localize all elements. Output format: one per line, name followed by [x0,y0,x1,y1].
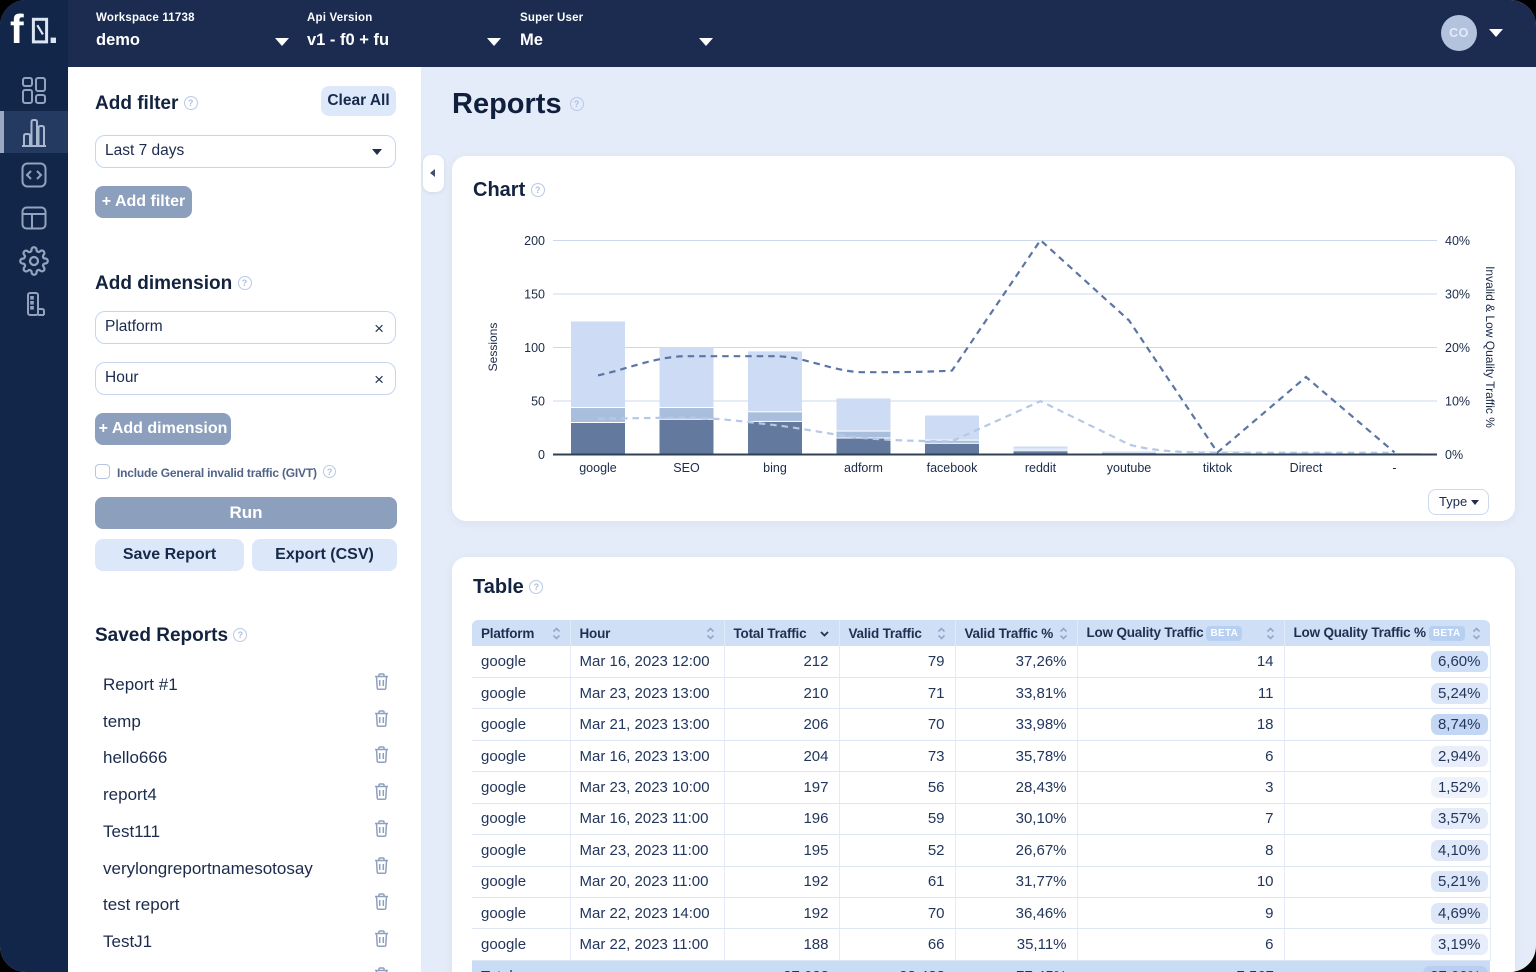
svg-text:0: 0 [538,448,545,462]
svg-text:bing: bing [763,461,787,475]
svg-text:Sessions: Sessions [486,323,500,372]
svg-text:100: 100 [524,341,545,355]
svg-text:10%: 10% [1445,395,1470,409]
svg-text:SEO: SEO [673,461,700,475]
svg-text:-: - [1392,461,1396,475]
svg-text:youtube: youtube [1107,461,1152,475]
svg-text:50: 50 [531,395,545,409]
svg-text:tiktok: tiktok [1203,461,1233,475]
svg-text:0%: 0% [1445,448,1463,462]
svg-text:200: 200 [524,234,545,248]
svg-text:30%: 30% [1445,288,1470,302]
svg-text:google: google [579,461,617,475]
svg-text:20%: 20% [1445,341,1470,355]
svg-text:facebook: facebook [927,461,978,475]
svg-text:f: f [10,6,24,52]
svg-text:40%: 40% [1445,234,1470,248]
svg-text:150: 150 [524,288,545,302]
svg-text:Invalid & Low Quality Traffic: Invalid & Low Quality Traffic % [1483,266,1497,428]
svg-text:reddit: reddit [1025,461,1057,475]
svg-text:Direct: Direct [1290,461,1323,475]
svg-text:adform: adform [844,461,883,475]
